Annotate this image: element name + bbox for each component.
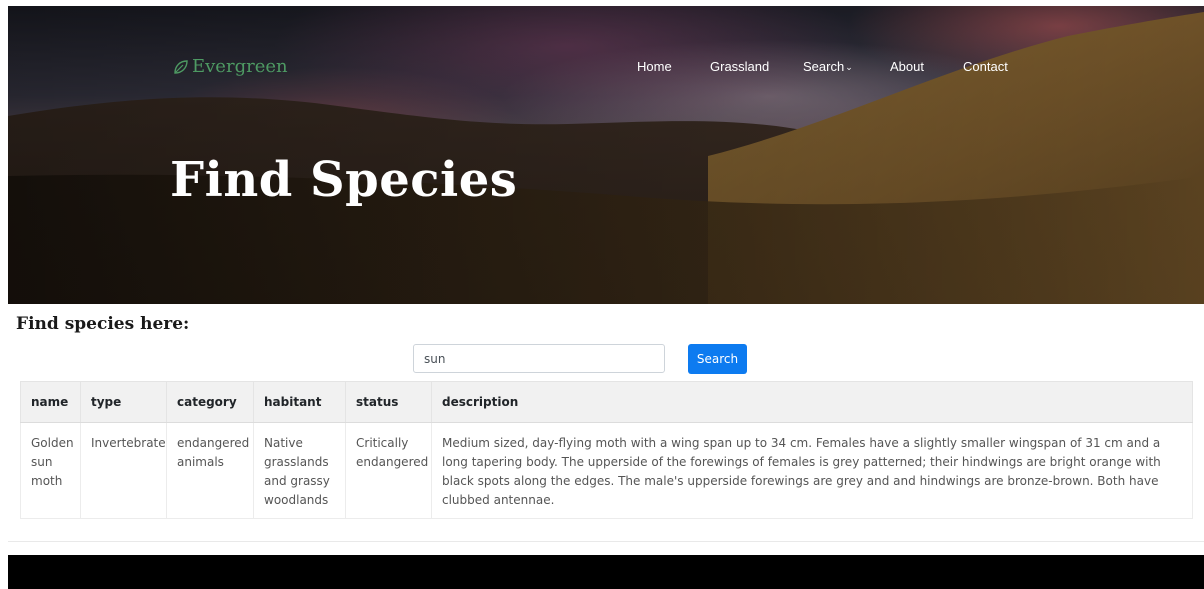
- page-footer: [8, 555, 1204, 589]
- table-header-row: name type category habitant status descr…: [20, 381, 1193, 423]
- column-header-type: type: [80, 381, 167, 423]
- page-title: Find Species: [170, 152, 518, 208]
- nav-item-search[interactable]: Search⌄: [803, 59, 853, 74]
- search-input[interactable]: [413, 344, 665, 373]
- table-row: Golden sun moth Invertebrate endangered …: [20, 422, 1193, 519]
- cell-name: Golden sun moth: [20, 422, 81, 519]
- cell-category: endangered animals: [166, 422, 254, 519]
- search-heading: Find species here:: [16, 314, 190, 334]
- nav-item-search-label: Search: [803, 59, 845, 74]
- column-header-habitant: habitant: [253, 381, 346, 423]
- results-table: name type category habitant status descr…: [20, 381, 1193, 519]
- nav-item-contact[interactable]: Contact: [963, 59, 1008, 74]
- nav-item-grassland[interactable]: Grassland: [710, 59, 769, 74]
- cell-status: Critically endangered: [345, 422, 432, 519]
- cell-type: Invertebrate: [80, 422, 167, 519]
- hero-banner: Evergreen Home Grassland Search⌄ About C…: [8, 6, 1204, 304]
- column-header-name: name: [20, 381, 81, 423]
- cell-habitant: Native grasslands and grassy woodlands: [253, 422, 346, 519]
- nav-item-about[interactable]: About: [890, 59, 924, 74]
- main-nav: Home Grassland Search⌄ About Contact: [8, 59, 1204, 79]
- search-button[interactable]: Search: [688, 344, 747, 374]
- section-divider: [8, 541, 1204, 542]
- nav-item-home[interactable]: Home: [637, 59, 672, 74]
- cell-description: Medium sized, day-flying moth with a win…: [431, 422, 1193, 519]
- column-header-status: status: [345, 381, 432, 423]
- column-header-category: category: [166, 381, 254, 423]
- chevron-down-icon: ⌄: [845, 62, 853, 72]
- column-header-description: description: [431, 381, 1193, 423]
